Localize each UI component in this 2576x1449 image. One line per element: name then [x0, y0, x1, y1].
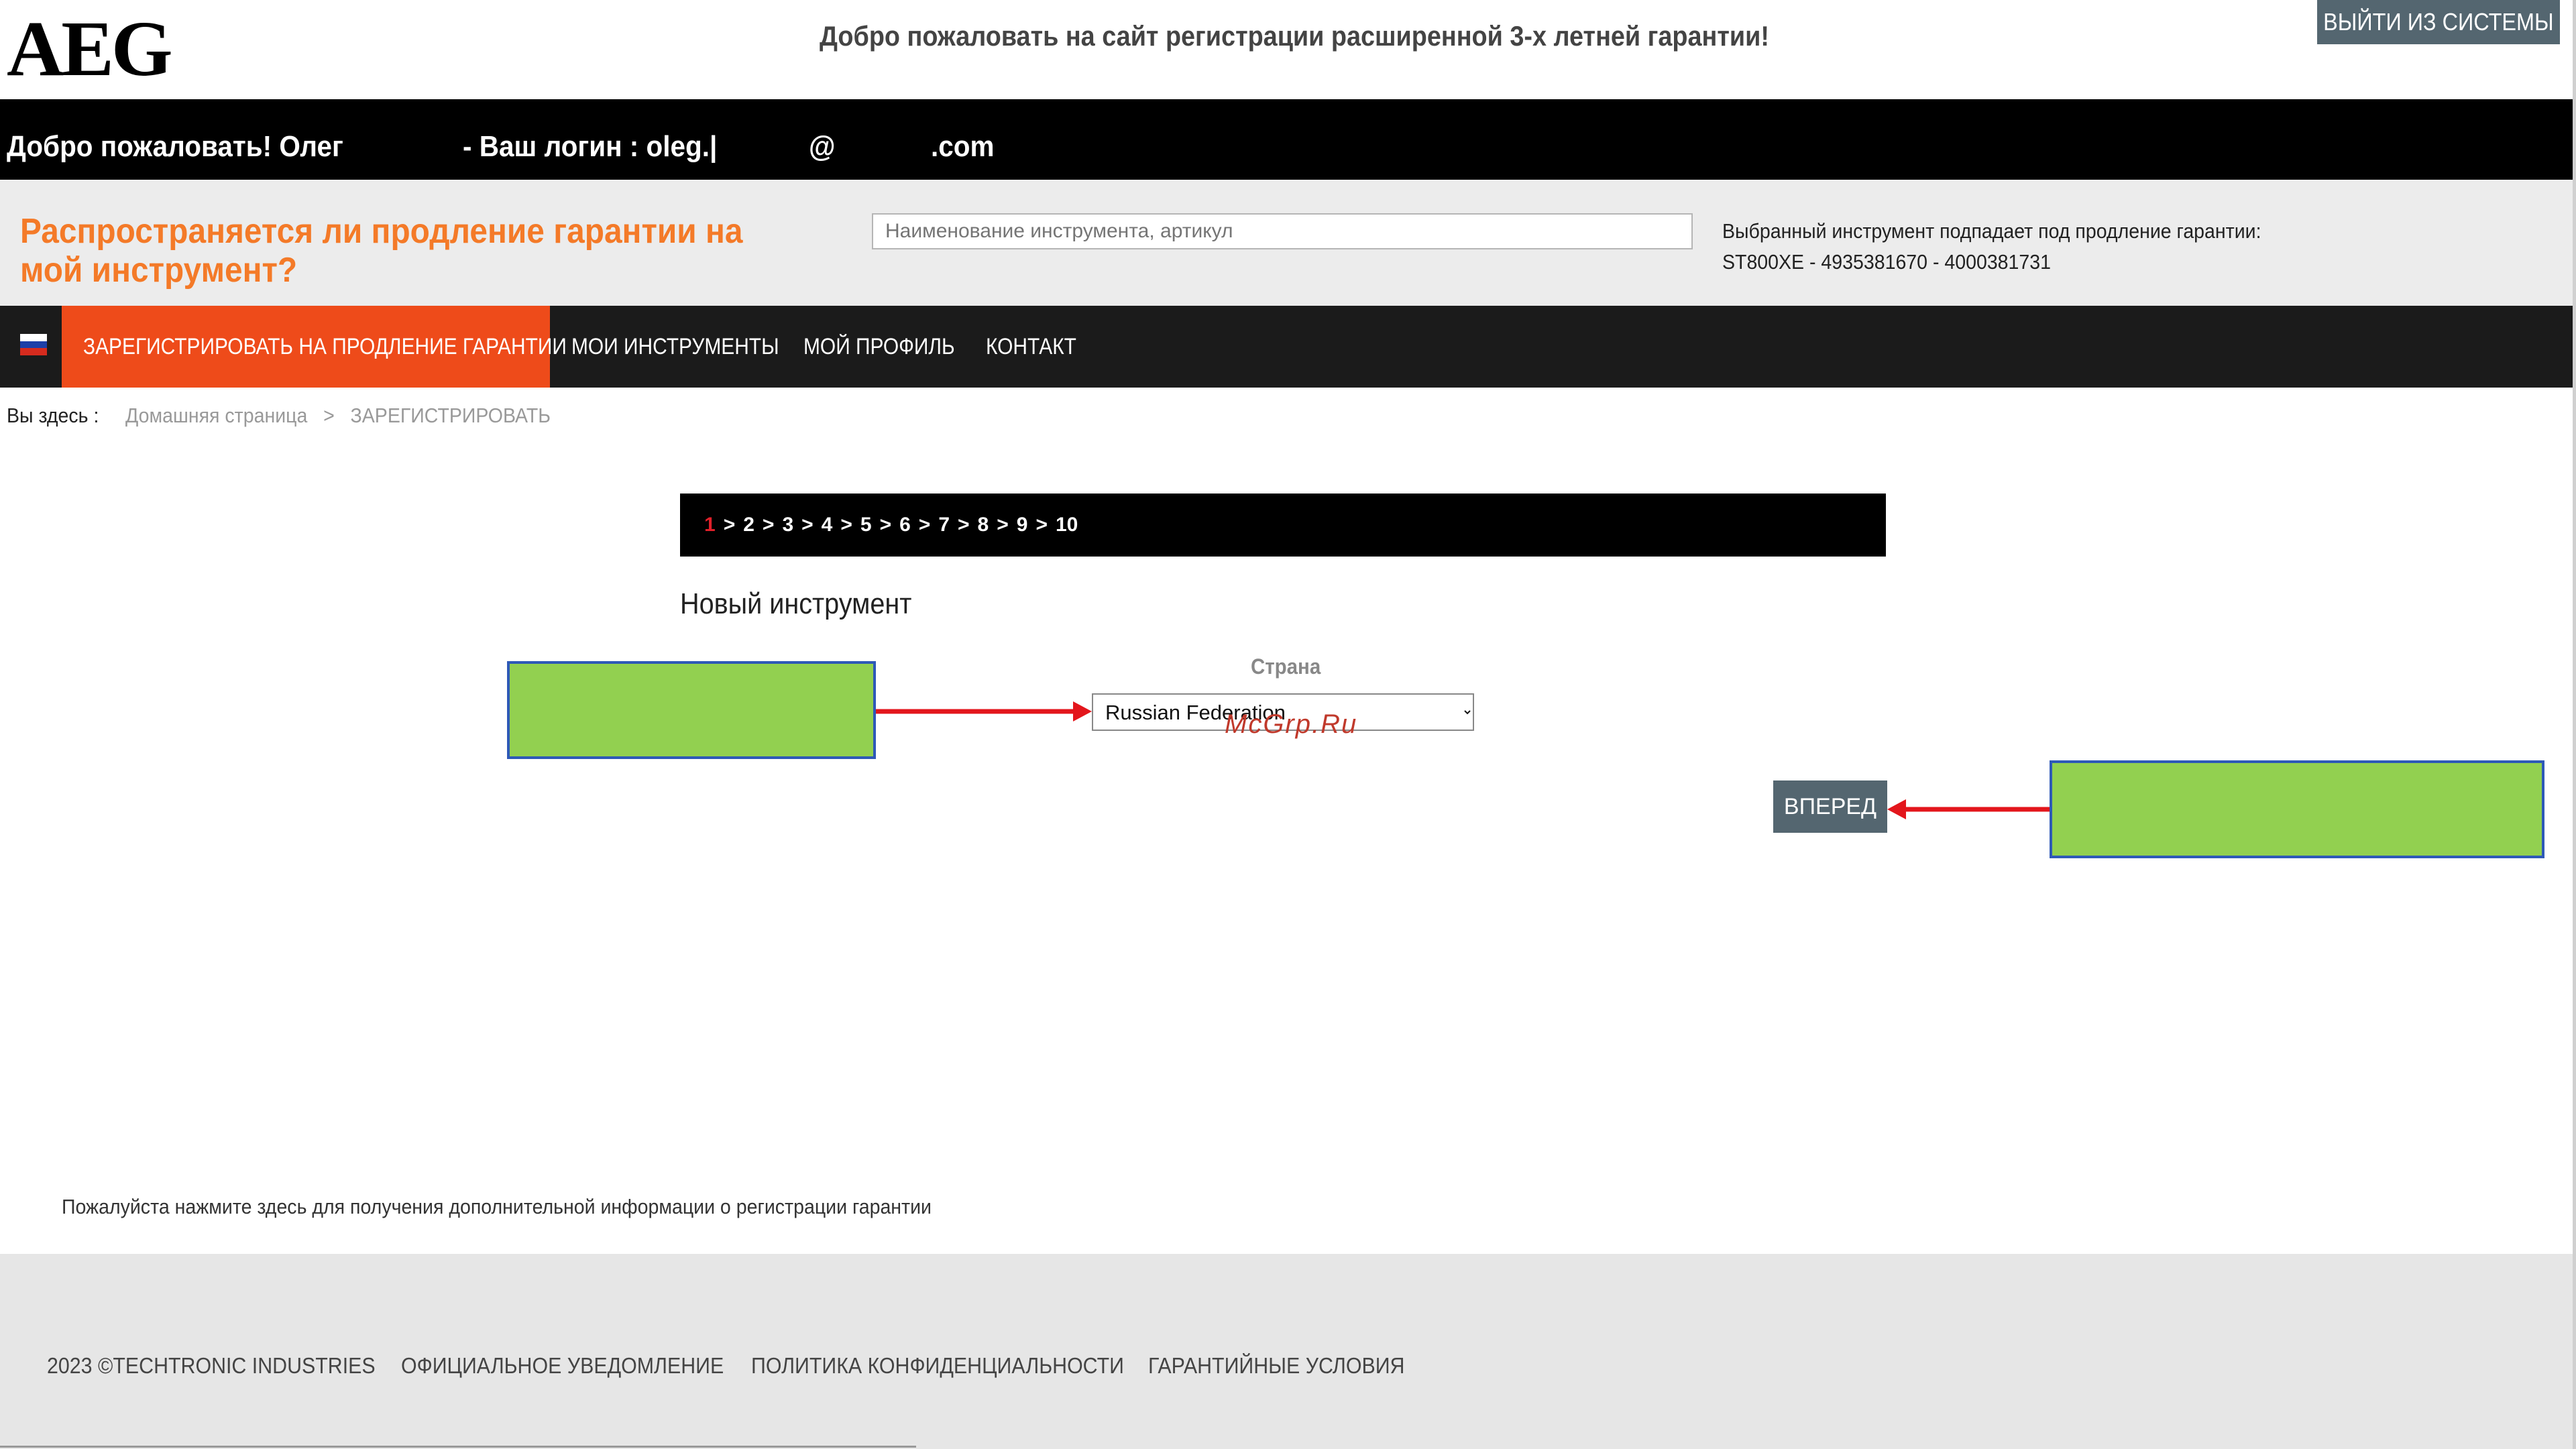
annotation-arrows — [876, 701, 2050, 819]
footer-divider — [0, 1446, 916, 1448]
scrollbar-track[interactable] — [2573, 0, 2576, 1449]
footer-legal-notice[interactable]: ОФИЦИАЛЬНОЕ УВЕДОМЛЕНИЕ — [401, 1353, 724, 1379]
next-button[interactable]: ВПЕРЕД — [1773, 780, 1887, 833]
arrow-to-next — [1887, 799, 2050, 819]
footer-warranty-terms[interactable]: ГАРАНТИЙНЫЕ УСЛОВИЯ — [1148, 1353, 1404, 1379]
arrow-to-country — [876, 701, 1092, 721]
footer-privacy-policy[interactable]: ПОЛИТИКА КОНФИДЕНЦИАЛЬНОСТИ — [751, 1353, 1124, 1379]
more-info-link[interactable]: Пожалуйста нажмите здесь для получения д… — [62, 1195, 932, 1219]
footer-copyright: 2023 ©TECHTRONIC INDUSTRIES — [47, 1353, 376, 1378]
footer — [0, 1254, 2573, 1449]
